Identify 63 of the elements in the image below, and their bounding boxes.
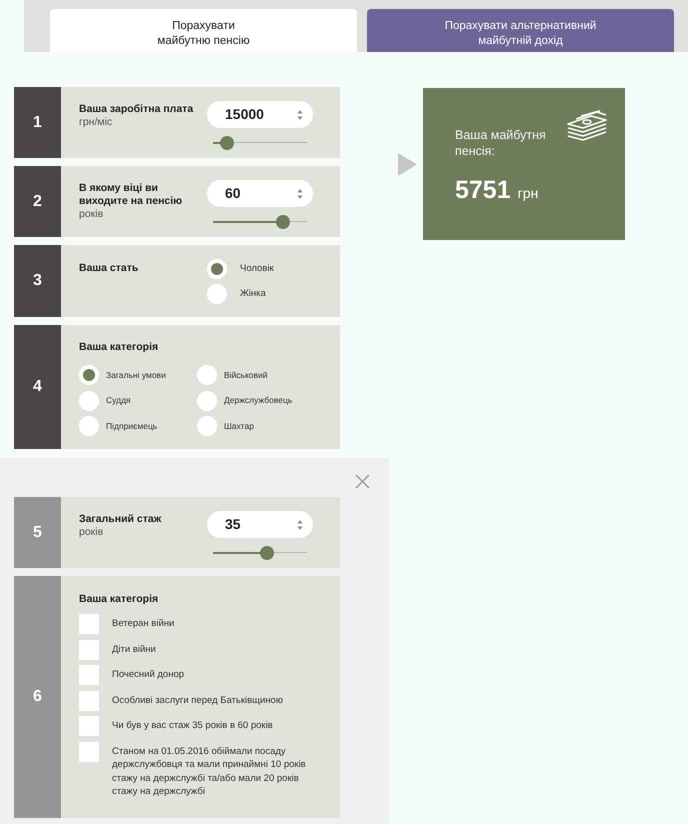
result-label: Ваша майбутня пенсія: <box>455 127 547 159</box>
unit-label: років <box>79 526 104 539</box>
option-label: Держслужбовець <box>224 394 292 407</box>
option-label: Суддя <box>106 394 131 407</box>
unit-label: грн/міс <box>79 116 114 129</box>
radio-button[interactable] <box>79 416 99 436</box>
slider-thumb[interactable] <box>220 136 234 150</box>
slider-thumb[interactable] <box>260 546 274 560</box>
checkbox[interactable] <box>79 640 99 660</box>
number-input[interactable]: 35 <box>207 511 313 538</box>
field-label: Ваша категорія <box>79 593 160 606</box>
number-input[interactable]: 15000 <box>207 101 313 128</box>
option-label: Чи був у вас стаж 35 років в 60 років <box>112 719 274 732</box>
currency-label: грн <box>518 184 538 203</box>
step-number: 6 <box>14 576 61 818</box>
pointer-triangle-icon <box>398 153 417 176</box>
checkbox[interactable] <box>79 716 99 736</box>
radio-button[interactable] <box>79 365 99 385</box>
stepper-arrows-icon[interactable] <box>297 188 303 200</box>
money-stack-icon <box>567 110 607 141</box>
radio-button[interactable] <box>207 259 227 279</box>
option-label: Шахтар <box>224 420 254 432</box>
step-number: 4 <box>14 325 61 449</box>
radio-button[interactable] <box>197 365 217 385</box>
step-number: 3 <box>14 245 61 317</box>
step-number: 2 <box>14 166 61 237</box>
checkbox[interactable] <box>79 742 99 762</box>
slider-track[interactable] <box>213 546 307 560</box>
option-label: Жінка <box>240 286 266 301</box>
checkbox[interactable] <box>79 690 99 710</box>
tab[interactable]: Порахувати альтернативний майбутній дохід <box>367 9 674 52</box>
pension-amount: 5751 <box>455 175 511 206</box>
option-label: Підприємець <box>106 420 158 432</box>
radio-button[interactable] <box>207 284 227 304</box>
field-label: Ваша категорія <box>79 341 160 354</box>
slider-thumb[interactable] <box>276 215 290 229</box>
field-label: Ваша заробітна плата <box>79 103 194 116</box>
option-label: Почесний донор <box>112 668 186 682</box>
step-number: 5 <box>14 497 61 568</box>
option-label: Ветеран війни <box>112 617 176 630</box>
close-icon[interactable] <box>355 474 370 489</box>
unit-label: років <box>79 208 104 221</box>
radio-button[interactable] <box>197 390 217 410</box>
field-label: Загальний стаж <box>79 513 162 526</box>
field-label: Ваша стать <box>79 262 140 275</box>
option-label: Діти війни <box>112 642 157 656</box>
slider-track[interactable] <box>213 215 307 229</box>
radio-button[interactable] <box>197 416 217 436</box>
field-label: В якому віці ви виходите на пенсію <box>79 182 184 208</box>
radio-button[interactable] <box>79 390 99 410</box>
checkbox[interactable] <box>79 614 99 634</box>
option-label: Загальні умови <box>106 368 166 382</box>
checkbox[interactable] <box>79 665 99 685</box>
tab[interactable]: Порахувати майбутню пенсію <box>50 9 357 52</box>
slider-track[interactable] <box>213 136 307 150</box>
option-label: Особливі заслуги перед Батьківщиною <box>112 694 284 707</box>
option-label: Чоловік <box>240 262 274 276</box>
step-number: 1 <box>14 87 61 158</box>
stepper-arrows-icon[interactable] <box>297 518 303 530</box>
stepper-arrows-icon[interactable] <box>297 108 303 120</box>
option-label: Станом на 01.05.2016 обіймали посаду держслужбовця та мали принаймні 10 років стажу на держслужбі та/або мали 20 років стажу на держслужбі <box>112 744 307 798</box>
number-input[interactable]: 60 <box>207 180 313 207</box>
option-label: Військовий <box>224 368 268 382</box>
